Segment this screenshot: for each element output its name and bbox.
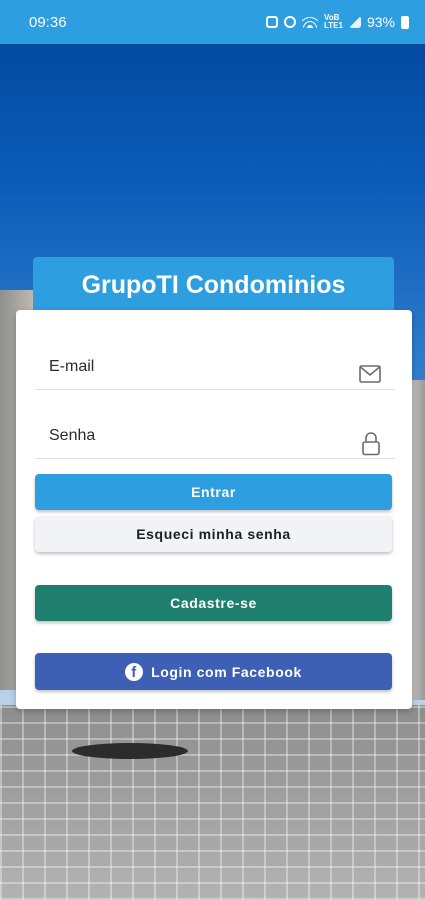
- app-title-banner: GrupoTI Condominios: [33, 257, 394, 313]
- facebook-icon: f: [125, 662, 144, 681]
- wifi-icon: [302, 16, 318, 28]
- background-pavement: [0, 705, 425, 900]
- background-manhole: [72, 743, 188, 759]
- status-time: 09:36: [29, 13, 67, 31]
- lock-icon: [361, 431, 381, 461]
- status-bar: 09:36 VoB LTE1 93%: [0, 0, 425, 44]
- login-card: E-mail Senha Entrar Esqueci minha senha …: [16, 310, 412, 709]
- login-button[interactable]: Entrar: [35, 474, 392, 510]
- facebook-login-label: Login com Facebook: [151, 663, 302, 680]
- email-label: E-mail: [49, 358, 95, 375]
- signal-icon: [348, 16, 361, 28]
- battery-icon: [401, 15, 409, 29]
- alarm-icon: [284, 16, 296, 28]
- password-label: Senha: [49, 427, 96, 444]
- battery-percent: 93%: [366, 14, 395, 30]
- status-icons: VoB LTE1 93%: [266, 14, 409, 30]
- app-title: GrupoTI Condominios: [81, 270, 346, 299]
- network-type: VoB LTE1: [324, 14, 343, 30]
- register-button[interactable]: Cadastre-se: [35, 585, 392, 621]
- forgot-password-button[interactable]: Esqueci minha senha: [35, 516, 392, 552]
- email-field[interactable]: E-mail: [35, 320, 395, 390]
- notification-icon: [266, 16, 278, 28]
- password-field[interactable]: Senha: [35, 389, 395, 459]
- network-type-bottom: LTE1: [324, 21, 343, 30]
- facebook-login-button[interactable]: f Login com Facebook: [35, 653, 392, 690]
- envelope-icon: [359, 365, 381, 388]
